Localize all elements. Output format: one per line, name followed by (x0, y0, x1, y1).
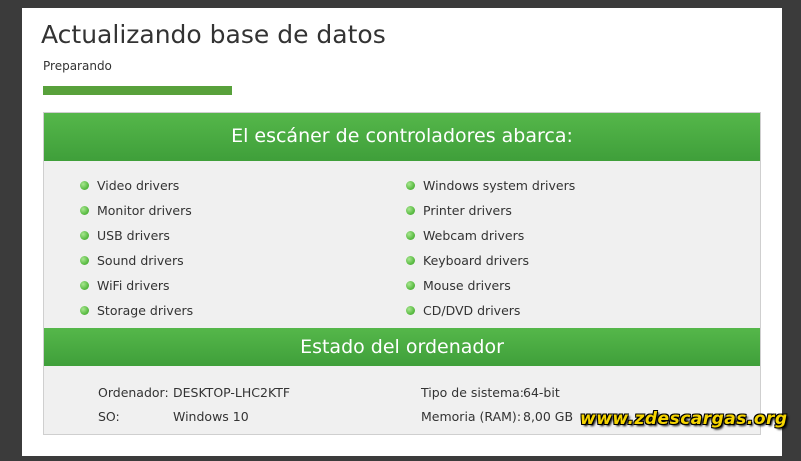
list-item: Windows system drivers (406, 173, 575, 198)
driver-label: Storage drivers (97, 303, 194, 318)
list-item: Webcam drivers (406, 223, 575, 248)
list-item: WiFi drivers (80, 273, 193, 298)
info-value: 64-bit (523, 385, 560, 400)
progress-fill (43, 86, 233, 95)
update-dialog: Actualizando base de datos Preparando El… (22, 8, 782, 456)
bullet-icon (406, 231, 415, 240)
info-label: Tipo de sistema: (421, 385, 525, 400)
driver-label: Printer drivers (423, 203, 512, 218)
info-label: Memoria (RAM): (421, 409, 522, 424)
bullet-icon (80, 256, 89, 265)
driver-label: Windows system drivers (423, 178, 576, 193)
info-value: DESKTOP-LHC2KTF (173, 385, 291, 400)
info-row-tipo: Tipo de sistema:64-bit (421, 381, 573, 405)
list-item: Monitor drivers (80, 198, 193, 223)
driver-label: WiFi drivers (97, 278, 170, 293)
list-item: Printer drivers (406, 198, 575, 223)
driver-label: Mouse drivers (423, 278, 511, 293)
bullet-icon (406, 281, 415, 290)
watermark-logo: www.zdescargas.org (580, 409, 788, 429)
computer-info-right: Tipo de sistema:64-bit Memoria (RAM): 8,0… (421, 381, 573, 429)
status-text: Preparando (43, 59, 112, 73)
info-value: Windows 10 (173, 409, 249, 424)
driver-list-right: Windows system drivers Printer drivers W… (406, 173, 575, 323)
scanner-heading: El escáner de controladores abarca: (44, 113, 760, 161)
driver-label: Sound drivers (97, 253, 184, 268)
bullet-icon (80, 206, 89, 215)
bullet-icon (406, 306, 415, 315)
driver-list-left: Video drivers Monitor drivers USB driver… (80, 173, 193, 323)
info-row-so: SO: Windows 10 (98, 405, 290, 429)
progress-bar (43, 86, 429, 95)
bullet-icon (80, 281, 89, 290)
info-row-memoria: Memoria (RAM): 8,00 GB (421, 405, 573, 429)
bullet-icon (406, 181, 415, 190)
info-label: SO: (98, 409, 120, 424)
dialog-title: Actualizando base de datos (41, 20, 386, 49)
bullet-icon (80, 231, 89, 240)
bullet-icon (406, 206, 415, 215)
computer-info-left: Ordenador: DESKTOP-LHC2KTF SO: Windows 10 (98, 381, 290, 429)
info-panel: El escáner de controladores abarca: Vide… (43, 112, 761, 435)
driver-label: USB drivers (97, 228, 170, 243)
list-item: Keyboard drivers (406, 248, 575, 273)
driver-label: CD/DVD drivers (423, 303, 521, 318)
list-item: Storage drivers (80, 298, 193, 323)
list-item: CD/DVD drivers (406, 298, 575, 323)
driver-label: Monitor drivers (97, 203, 192, 218)
info-label: Ordenador: (98, 385, 169, 400)
list-item: USB drivers (80, 223, 193, 248)
list-item: Video drivers (80, 173, 193, 198)
info-value: 8,00 GB (523, 409, 574, 424)
driver-label: Keyboard drivers (423, 253, 530, 268)
info-row-ordenador: Ordenador: DESKTOP-LHC2KTF (98, 381, 290, 405)
bullet-icon (406, 256, 415, 265)
computer-status-heading: Estado del ordenador (44, 328, 760, 366)
list-item: Sound drivers (80, 248, 193, 273)
driver-label: Video drivers (97, 178, 180, 193)
driver-label: Webcam drivers (423, 228, 525, 243)
list-item: Mouse drivers (406, 273, 575, 298)
bullet-icon (80, 181, 89, 190)
bullet-icon (80, 306, 89, 315)
